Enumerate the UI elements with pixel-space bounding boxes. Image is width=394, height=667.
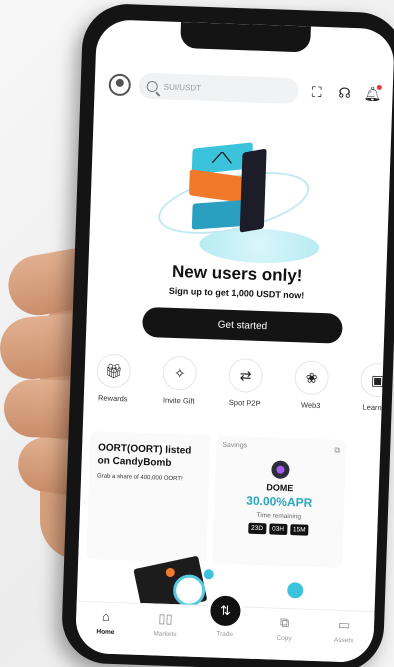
quick-action-label: Learn2E: [362, 402, 391, 413]
quick-action-label: Spot P2P: [228, 397, 261, 408]
home-icon: ⌂: [101, 608, 111, 624]
search-icon: [146, 80, 158, 92]
illustration-ball: [172, 574, 206, 608]
quick-action-spot-p2p[interactable]: ⇄ Spot P2P: [220, 357, 272, 409]
gift-icon: 🎁︎: [96, 353, 132, 389]
nav-copy[interactable]: ⧉ Copy: [259, 614, 310, 643]
notification-bell-icon[interactable]: 🔔︎: [362, 83, 383, 104]
markets-icon: ▯▯: [158, 610, 173, 627]
brand-logo-icon: ⟋⟍: [212, 149, 233, 166]
savings-card[interactable]: Savings ⧉ DOME 30.00%APR Time remaining …: [212, 435, 347, 568]
trade-swap-icon: ⇅: [206, 592, 245, 630]
notification-dot: [376, 84, 382, 91]
countdown-hours: 03H: [268, 523, 288, 535]
copy-icon: ⧉: [279, 614, 290, 631]
promo-card-subtitle: Grab a share of 400,000 OORT!: [96, 473, 183, 483]
photo-background: SUI/USDT ⛶ ☊ 🔔︎ ⟋⟍ New users only! Sign …: [0, 0, 394, 667]
profile-avatar-icon[interactable]: [108, 73, 132, 97]
web3-icon: ❀: [294, 360, 330, 396]
expand-icon[interactable]: ⧉: [334, 446, 340, 456]
promo-cards: OORT(OORT) listed on CandyBomb Grab a sh…: [86, 431, 376, 571]
nav-trade[interactable]: ⇅ Trade: [200, 592, 251, 639]
nav-assets[interactable]: ▭ Assets: [319, 616, 370, 645]
quick-action-label: Rewards: [97, 393, 128, 404]
dome-token-icon: [271, 460, 290, 480]
savings-apr: 30.00%APR: [246, 493, 313, 510]
party-popper-icon: ✧: [162, 355, 198, 391]
countdown-minutes: 15M: [289, 524, 309, 536]
phone-notch: [180, 21, 311, 53]
promo-card-title: OORT(OORT) listed on CandyBomb: [97, 442, 192, 469]
pedestal-disc: [198, 226, 320, 265]
cube-side: [239, 148, 267, 233]
users-swap-icon: ⇄: [228, 357, 264, 394]
nav-markets[interactable]: ▯▯ Markets: [140, 610, 191, 639]
nav-label: Markets: [153, 630, 177, 639]
wallet-icon: ▭: [337, 616, 351, 633]
nav-label: Trade: [216, 630, 234, 639]
scan-icon[interactable]: ⛶: [306, 81, 327, 102]
nav-label: Copy: [276, 634, 292, 643]
candybomb-promo-card[interactable]: OORT(OORT) listed on CandyBomb Grab a sh…: [86, 431, 211, 564]
countdown-days: 23D: [247, 522, 267, 535]
app-screen: SUI/USDT ⛶ ☊ 🔔︎ ⟋⟍ New users only! Sign …: [74, 19, 394, 664]
quick-action-learn2e[interactable]: ▣ Learn2E: [352, 362, 394, 413]
phone-device: SUI/USDT ⛶ ☊ 🔔︎ ⟋⟍ New users only! Sign …: [60, 2, 394, 667]
savings-label: Savings: [222, 441, 248, 450]
time-remaining-label: Time remaining: [256, 511, 302, 521]
search-bar[interactable]: SUI/USDT: [138, 72, 300, 105]
hero-illustration: ⟋⟍: [89, 115, 392, 265]
quick-action-rewards[interactable]: 🎁︎ Rewards: [88, 353, 140, 404]
learn-icon: ▣: [360, 362, 394, 398]
quick-action-label: Web3: [300, 400, 321, 411]
quick-actions: 🎁︎ Rewards ✧ Invite Gift ⇄ Spot P2P ❀ We…: [88, 353, 394, 413]
quick-action-label: Invite Gift: [162, 395, 195, 406]
token-icon: [286, 582, 304, 599]
nav-home[interactable]: ⌂ Home: [80, 608, 131, 637]
nav-label: Assets: [333, 636, 354, 645]
get-started-button[interactable]: Get started: [141, 306, 343, 344]
bottom-nav: ⌂ Home ▯▯ Markets ⇅ Trade ⧉ Copy ▭ Asset…: [74, 592, 375, 664]
search-placeholder: SUI/USDT: [163, 81, 202, 93]
headset-support-icon[interactable]: ☊: [334, 82, 355, 103]
nav-label: Home: [96, 628, 115, 637]
illustration-cyan-dot: [203, 569, 214, 580]
quick-action-invite-gift[interactable]: ✧ Invite Gift: [154, 355, 206, 406]
countdown-timer: 23D 03H 15M: [219, 522, 337, 537]
top-bar: SUI/USDT ⛶ ☊ 🔔︎: [108, 70, 383, 110]
quick-action-web3[interactable]: ❀ Web3: [286, 360, 338, 411]
